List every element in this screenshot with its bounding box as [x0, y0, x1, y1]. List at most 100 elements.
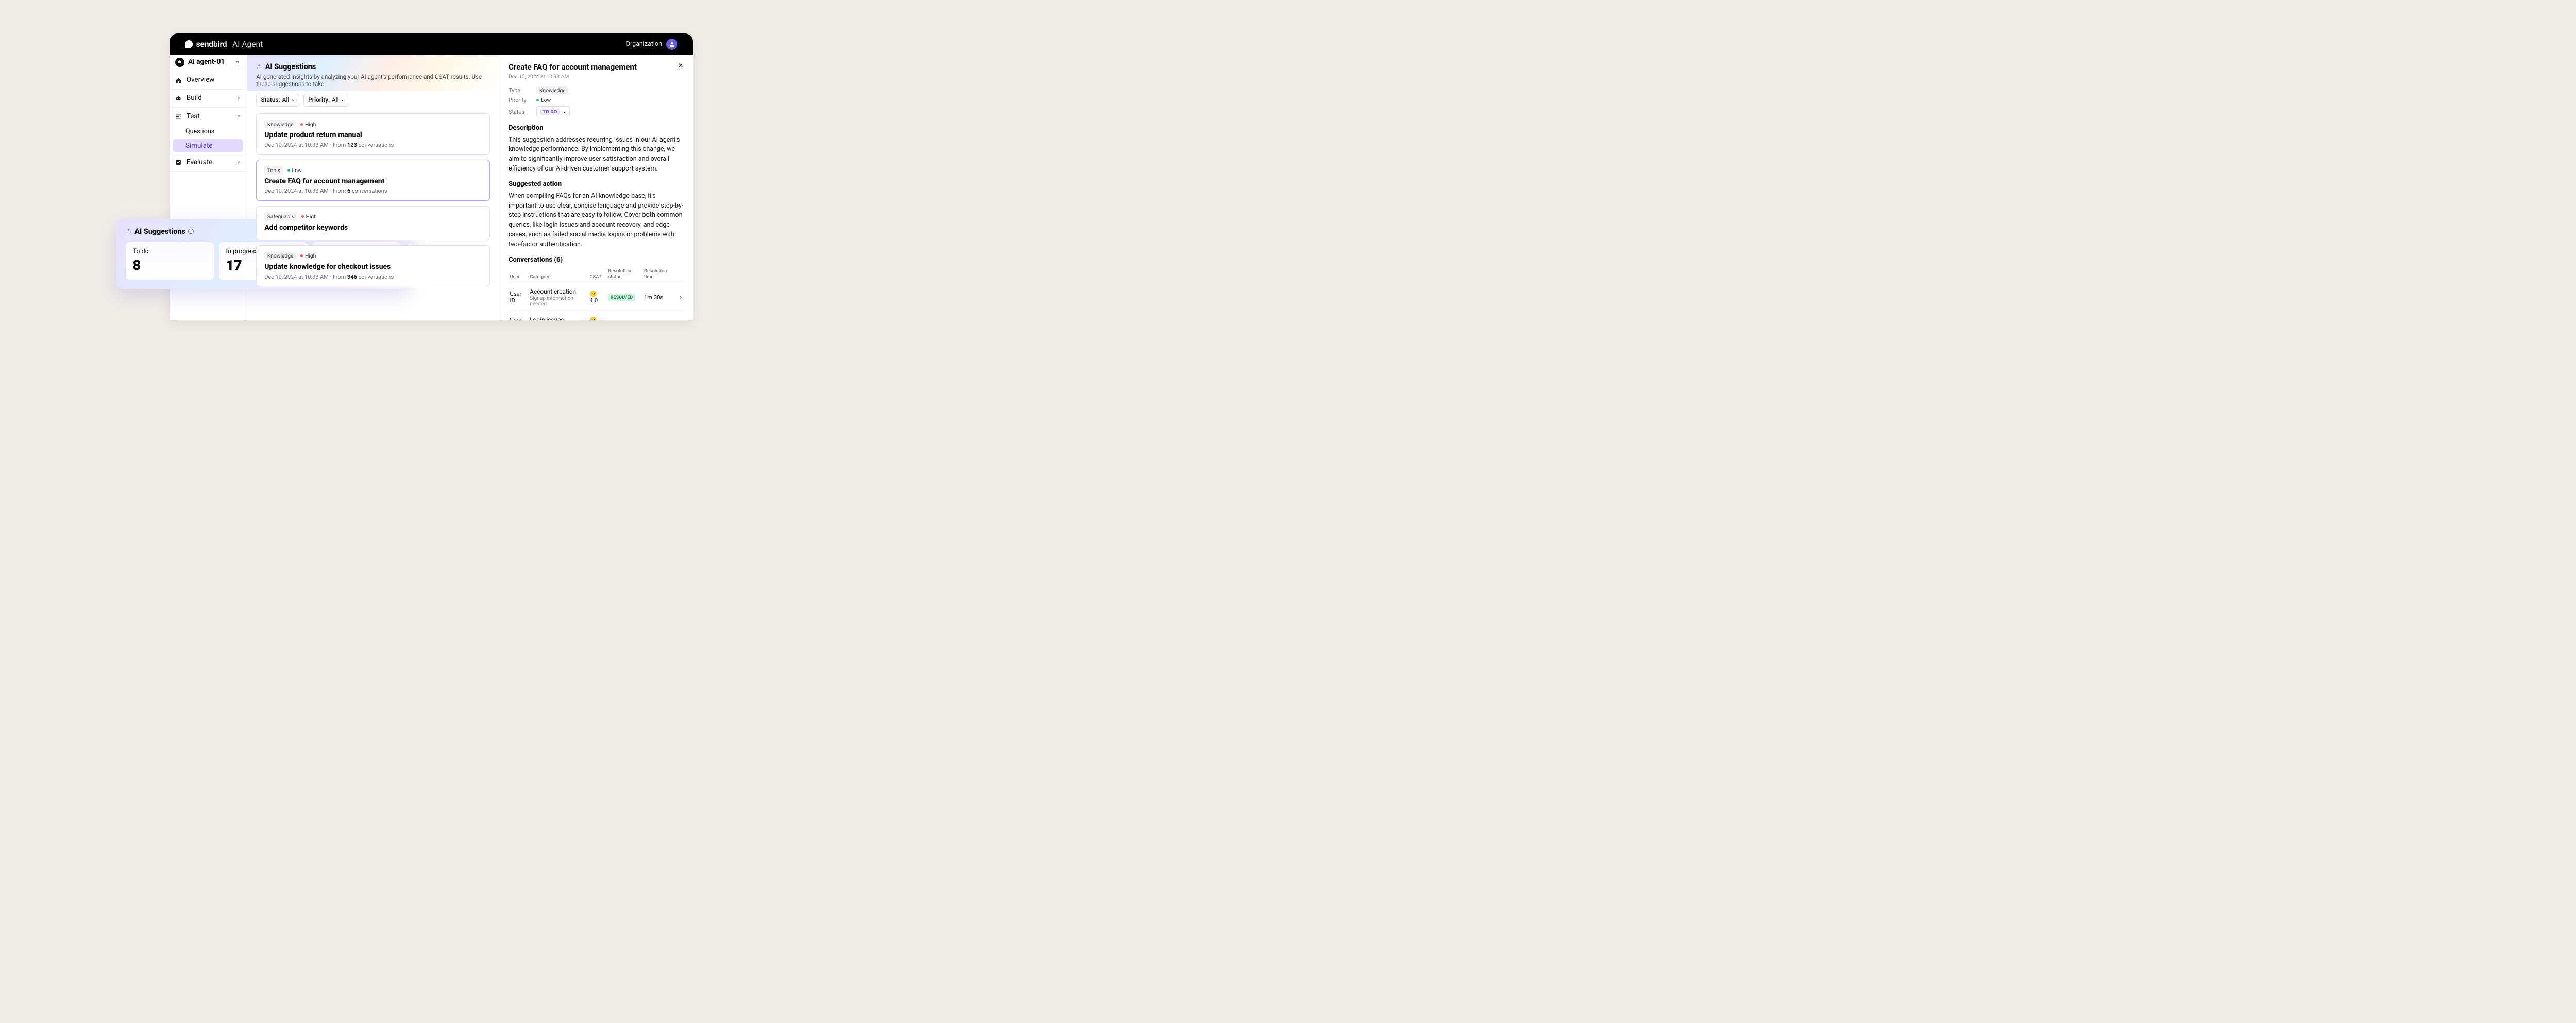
priority-dot-icon [536, 99, 539, 101]
nav-item-simulate[interactable]: Simulate [173, 139, 243, 152]
nav-label: Overview [187, 76, 214, 84]
organization-area[interactable]: Organization [625, 39, 677, 50]
cell-res-time: 1m 30s [642, 283, 677, 312]
kv-priority: Priority Low [509, 97, 684, 104]
close-button[interactable] [677, 62, 684, 70]
suggestion-card[interactable]: Safeguards High Add competitor keywords [256, 206, 490, 241]
cell-res-status: RESOLVED [607, 283, 643, 312]
kv-type-label: Type [509, 87, 536, 94]
chevron-down-icon [236, 113, 241, 121]
nav-item-build[interactable]: Build [170, 90, 247, 108]
description-heading: Description [509, 124, 684, 132]
kv-status: Status TO DO [509, 106, 684, 117]
cell-category: Account creation Signup information need… [529, 283, 588, 312]
kv-priority-label: Priority [509, 97, 536, 104]
info-icon[interactable]: i [188, 229, 194, 234]
card-tag: Knowledge [264, 120, 296, 129]
filter-status-label: Status: [261, 96, 280, 104]
filter-row: Status: All Priority: All [256, 94, 490, 107]
suggestion-card[interactable]: Tools Low Create FAQ for account managem… [256, 160, 490, 201]
cell-res-time: - [642, 312, 677, 320]
row-chevron [677, 312, 684, 320]
th-res-time: Resolution time [642, 267, 677, 283]
kv-status-label: Status [509, 109, 536, 115]
status-value: TO DO [540, 109, 560, 116]
chevron-right-icon [236, 159, 241, 166]
filter-priority-label: Priority: [308, 96, 330, 104]
nav-label: Questions [185, 128, 214, 135]
suggestion-card[interactable]: Knowledge High Update knowledge for chec… [256, 245, 490, 286]
collapse-sidebar-button[interactable] [234, 59, 241, 66]
nav-label: Simulate [185, 142, 212, 150]
filter-status[interactable]: Status: All [256, 94, 299, 107]
brand-name: sendbird [196, 40, 227, 49]
card-meta: Dec 10, 2024 at 10:33 AM · From 346 conv… [264, 274, 482, 280]
overlay-title: AI Suggestions [134, 227, 185, 236]
avatar[interactable] [666, 39, 677, 50]
status-dropdown[interactable]: TO DO [536, 106, 570, 117]
cell-csat: 😐 3.0 [588, 312, 607, 320]
cards-container: Knowledge High Update product return man… [256, 113, 490, 286]
robot-icon [175, 95, 182, 101]
nav-label: Build [187, 94, 202, 102]
chevron-down-icon [563, 110, 567, 114]
stat-label: To do [133, 248, 207, 255]
th-res-status: Resolution status [607, 267, 643, 283]
card-tag: Tools [264, 166, 283, 175]
nav-item-evaluate[interactable]: Evaluate [170, 154, 247, 172]
row-chevron [677, 283, 684, 312]
nav-item-overview[interactable]: Overview [170, 72, 247, 90]
card-title: Add competitor keywords [264, 224, 482, 232]
priority-dot-icon [287, 169, 290, 172]
nav-item-test[interactable]: Test [170, 108, 247, 126]
home-icon [175, 77, 182, 83]
stat-value: 8 [133, 257, 207, 274]
suggestions-subtitle: AI-generated insights by analyzing your … [256, 73, 490, 88]
brand-logo-icon [185, 40, 193, 48]
organization-label: Organization [625, 40, 662, 48]
th-csat: CSAT [588, 267, 607, 283]
detail-panel: Create FAQ for account management Dec 10… [499, 55, 693, 320]
test-icon [175, 113, 182, 120]
nav-label: Evaluate [187, 159, 213, 166]
chevron-double-left-icon [235, 60, 240, 65]
kv-type-value: Knowledge [536, 86, 568, 95]
kv-type: Type Knowledge [509, 86, 684, 95]
card-tag: Safeguards [264, 212, 297, 221]
brand-suffix: AI Agent [232, 40, 263, 49]
suggestions-title: AI Suggestions [265, 62, 316, 71]
description-body: This suggestion addresses recurring issu… [509, 135, 684, 174]
chart-icon [175, 159, 182, 166]
chevron-down-icon [341, 98, 345, 103]
chevron-down-icon [291, 98, 295, 103]
close-icon [677, 62, 684, 69]
cell-user: User ID [509, 283, 529, 312]
card-priority: High [301, 213, 317, 220]
filter-status-value: All [282, 96, 290, 104]
agent-name: AI agent-01 [188, 58, 230, 66]
card-meta: Dec 10, 2024 at 10:33 AM · From 123 conv… [264, 142, 482, 148]
cell-csat: 😐 4.0 [588, 283, 607, 312]
stat-card[interactable]: To do 8 [126, 242, 214, 280]
cell-category: Login issues Social media signup [529, 312, 588, 320]
sparkle-icon [256, 63, 262, 71]
card-priority: High [300, 121, 316, 128]
nav-label: Test [187, 113, 200, 121]
card-meta: Dec 10, 2024 at 10:33 AM · From 6 conver… [264, 187, 482, 194]
detail-date: Dec 10, 2024 at 10:33 AM [509, 73, 684, 80]
agent-robot-icon [175, 58, 184, 67]
card-priority: Low [287, 167, 302, 174]
table-row[interactable]: User ID Login issues Social media signup… [509, 312, 684, 320]
card-title: Create FAQ for account management [264, 177, 482, 185]
th-category: Category [529, 267, 588, 283]
priority-dot-icon [300, 123, 303, 126]
table-row[interactable]: User ID Account creation Signup informat… [509, 283, 684, 312]
suggestion-card[interactable]: Knowledge High Update product return man… [256, 113, 490, 155]
card-title: Update knowledge for checkout issues [264, 263, 482, 271]
cell-user: User ID [509, 312, 529, 320]
nav-item-questions[interactable]: Questions [170, 126, 247, 138]
main: AI Suggestions AI-generated insights by … [247, 55, 693, 320]
suggested-action-heading: Suggested action [509, 180, 684, 188]
sparkle-icon [126, 228, 132, 235]
filter-priority[interactable]: Priority: All [303, 94, 349, 107]
